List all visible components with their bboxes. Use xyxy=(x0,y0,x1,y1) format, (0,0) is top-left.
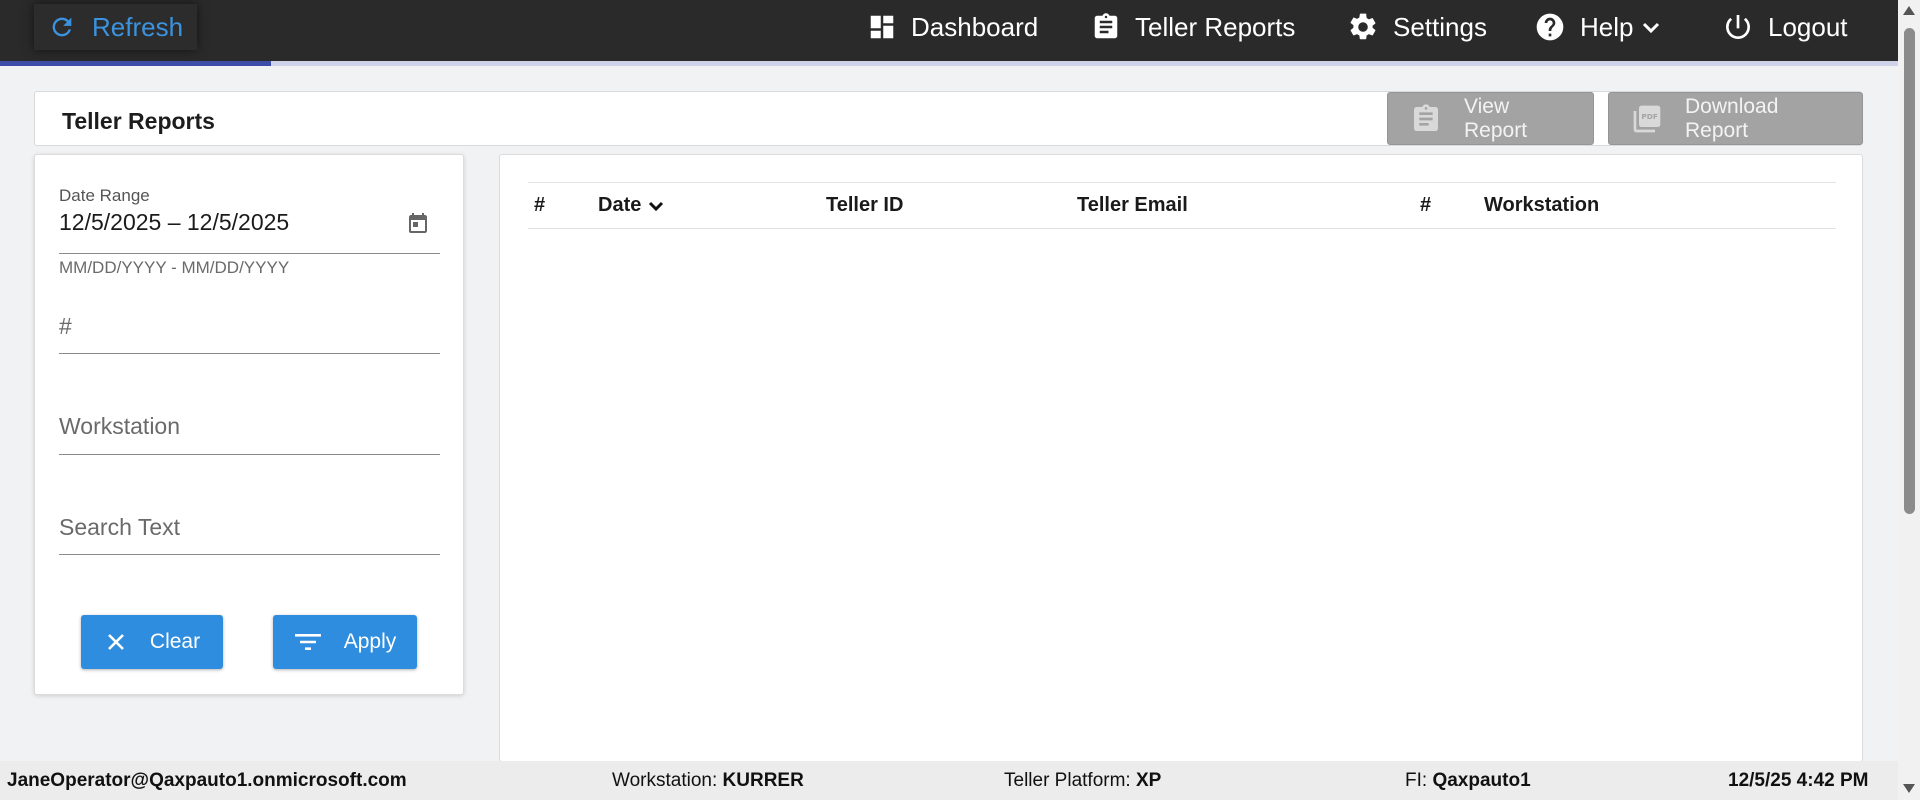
clear-button[interactable]: Clear xyxy=(81,615,223,669)
help-circle-icon xyxy=(1534,11,1566,43)
workstation-input[interactable]: Workstation xyxy=(59,413,440,455)
column-header-teller-id[interactable]: Teller ID xyxy=(826,194,903,217)
calendar-icon[interactable] xyxy=(406,211,430,235)
column-header-date[interactable]: Date xyxy=(598,194,665,217)
date-range-label: Date Range xyxy=(59,186,150,205)
footer-workstation: Workstation: KURRER xyxy=(612,770,804,791)
date-range-value: 12/5/2025 – 12/5/2025 xyxy=(59,209,290,235)
footer-teller-platform: Teller Platform: XP xyxy=(1004,770,1162,791)
refresh-button[interactable]: Refresh xyxy=(34,4,198,50)
nav-teller-reports-label: Teller Reports xyxy=(1135,11,1296,42)
top-navigation-bar: Refresh Dashboard Teller Reports Setting… xyxy=(0,0,1898,61)
table-header-row: # Date Teller ID Teller Email # Workstat… xyxy=(528,182,1836,229)
clear-label: Clear xyxy=(149,630,201,653)
search-text-input[interactable]: Search Text xyxy=(59,514,440,555)
footer-fi: FI: Qaxpauto1 xyxy=(1405,770,1531,791)
number-placeholder: # xyxy=(59,313,72,339)
filter-panel: Date Range 12/5/2025 – 12/5/2025 MM/DD/Y… xyxy=(34,154,464,695)
refresh-icon xyxy=(48,13,76,41)
footer-fi-value: Qaxpauto1 xyxy=(1432,770,1531,791)
refresh-label: Refresh xyxy=(92,11,184,42)
chevron-down-icon xyxy=(647,197,665,215)
apply-label: Apply xyxy=(343,630,397,653)
footer-user-email: JaneOperator@Qaxpauto1.onmicrosoft.com xyxy=(7,770,407,791)
scroll-up-arrow-icon[interactable] xyxy=(1903,6,1915,15)
scrollbar-thumb[interactable] xyxy=(1904,28,1915,514)
workstation-placeholder: Workstation xyxy=(59,413,181,439)
scroll-down-arrow-icon[interactable] xyxy=(1903,784,1915,793)
column-header-number[interactable]: # xyxy=(534,194,545,217)
number-input[interactable]: # xyxy=(59,313,440,354)
download-report-button[interactable]: PDF Download Report xyxy=(1608,92,1863,145)
footer-platform-value: XP xyxy=(1135,770,1162,791)
column-header-workstation[interactable]: Workstation xyxy=(1484,194,1599,217)
view-report-button[interactable]: View Report xyxy=(1387,92,1594,145)
date-format-hint: MM/DD/YYYY - MM/DD/YYYY xyxy=(59,258,290,277)
dashboard-icon xyxy=(867,12,897,42)
vertical-scrollbar[interactable] xyxy=(1898,0,1920,800)
column-header-number-2[interactable]: # xyxy=(1420,194,1431,217)
page-title: Teller Reports xyxy=(62,108,215,134)
nav-help[interactable]: Help xyxy=(1534,0,1663,54)
nav-logout[interactable]: Logout xyxy=(1722,0,1848,54)
nav-dashboard-label: Dashboard xyxy=(911,11,1039,42)
view-report-label: View Report xyxy=(1464,94,1528,142)
page-header-card: Teller Reports View Report PDF Download … xyxy=(34,91,1863,146)
clipboard-icon xyxy=(1410,103,1442,135)
date-range-field[interactable]: 12/5/2025 – 12/5/2025 xyxy=(59,209,440,254)
results-table-panel: # Date Teller ID Teller Email # Workstat… xyxy=(499,154,1863,762)
footer-datetime: 12/5/25 4:42 PM xyxy=(1728,770,1869,791)
apply-button[interactable]: Apply xyxy=(273,615,417,669)
loading-progress-fill xyxy=(0,61,271,66)
footer-workstation-value: KURRER xyxy=(722,770,804,791)
filter-icon xyxy=(294,630,322,654)
status-footer: JaneOperator@Qaxpauto1.onmicrosoft.com W… xyxy=(0,761,1898,800)
clipboard-icon xyxy=(1091,12,1121,42)
pdf-icon: PDF xyxy=(1631,103,1663,135)
gear-icon xyxy=(1347,11,1379,43)
svg-text:PDF: PDF xyxy=(1641,112,1657,121)
power-icon xyxy=(1722,11,1754,43)
nav-teller-reports[interactable]: Teller Reports xyxy=(1091,0,1295,54)
column-header-teller-email[interactable]: Teller Email xyxy=(1077,194,1188,217)
nav-logout-label: Logout xyxy=(1768,11,1848,42)
loading-progress-track xyxy=(0,61,1898,66)
nav-help-label: Help xyxy=(1580,11,1634,42)
search-text-placeholder: Search Text xyxy=(59,514,181,540)
chevron-down-icon xyxy=(1639,15,1663,39)
nav-settings[interactable]: Settings xyxy=(1347,0,1487,54)
nav-dashboard[interactable]: Dashboard xyxy=(867,0,1038,54)
close-icon xyxy=(104,630,128,654)
nav-settings-label: Settings xyxy=(1393,11,1487,42)
download-report-label: Download Report xyxy=(1685,94,1779,142)
